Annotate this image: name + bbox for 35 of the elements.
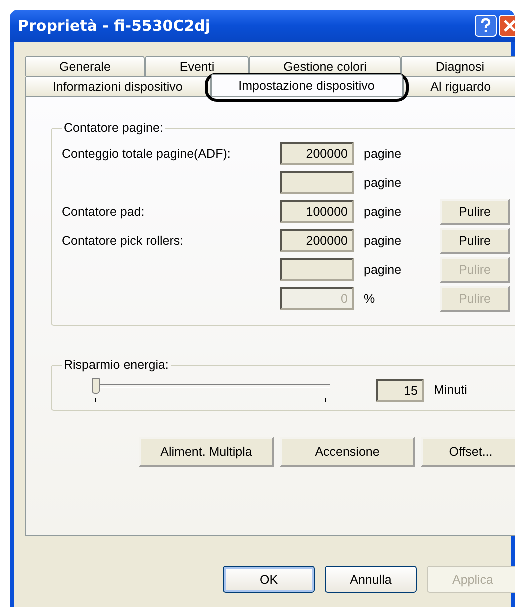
tab[interactable]: Generale: [25, 56, 146, 76]
action-button[interactable]: Aliment. Multipla: [139, 437, 274, 467]
clear-button[interactable]: Pulire: [440, 228, 510, 254]
unit-label: Minuti: [433, 383, 468, 397]
counter-field[interactable]: 200000: [280, 229, 354, 252]
group-title: Risparmio energia:: [63, 358, 170, 372]
clear-button[interactable]: Pulire: [440, 198, 510, 224]
field-label: Conteggio totale pagine(ADF):: [62, 146, 232, 160]
close-icon[interactable]: [499, 15, 515, 37]
unit-label: pagine: [363, 204, 403, 218]
unit-label: pagine: [363, 234, 403, 248]
dialog-button[interactable]: OK: [223, 566, 315, 593]
counter-field[interactable]: [280, 258, 354, 281]
tab[interactable]: Diagnosi: [401, 56, 515, 76]
dialog-button[interactable]: Annulla: [325, 566, 417, 593]
field-label: Contatore pad:: [62, 204, 146, 218]
unit-label: pagine: [363, 176, 403, 190]
help-icon[interactable]: [475, 15, 497, 37]
slider[interactable]: [92, 376, 332, 404]
action-button[interactable]: Accensione: [280, 437, 415, 467]
tab[interactable]: Eventi: [145, 56, 250, 76]
field-label: Contatore pick rollers:: [62, 234, 185, 248]
window-title: Proprietà - fi-5530C2dj: [17, 17, 211, 35]
tab[interactable]: Informazioni dispositivo: [25, 76, 211, 96]
action-button[interactable]: Offset...: [421, 437, 515, 467]
counter-field[interactable]: 200000: [280, 142, 354, 165]
minutes-field[interactable]: 15: [376, 378, 424, 402]
counter-field[interactable]: 100000: [280, 200, 354, 223]
tab[interactable]: Impostazione dispositivo: [210, 74, 403, 96]
counter-field[interactable]: [280, 171, 354, 194]
tab[interactable]: Al riguardo: [402, 76, 515, 96]
group-title: Contatore pagine:: [63, 121, 164, 135]
unit-label: pagine: [363, 262, 403, 276]
unit-label: pagine: [363, 146, 403, 160]
unit-label: %: [363, 292, 376, 306]
